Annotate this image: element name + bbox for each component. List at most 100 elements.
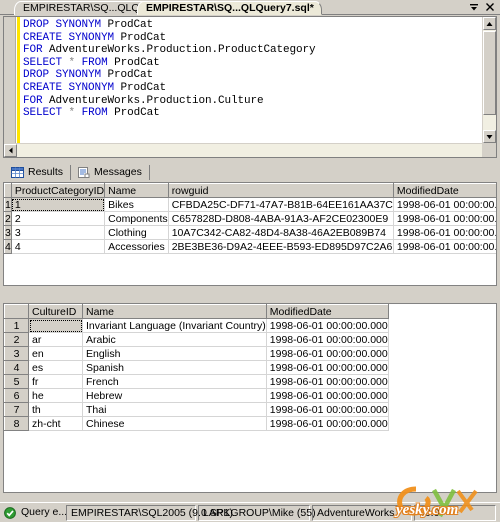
grid-cell[interactable]: en [28,346,83,361]
table-row[interactable]: 4 4 Accessories 2BE3BE36-D9A2-4EEE-B593-ED8… [4,239,496,254]
row-header[interactable]: 3 [4,346,29,361]
grid-cell[interactable]: Chinese [82,416,267,431]
sql-token: ProdCat [101,19,154,31]
editor-vertical-scroll-thumb[interactable] [483,31,496,115]
grid-cell[interactable]: 1 [11,197,106,212]
messages-icon [77,167,90,178]
table-row[interactable]: 8 zh-cht Chinese 1998-06-01 00:00:00.000 [4,416,389,431]
tab-messages[interactable]: Messages [75,165,150,180]
grid-cell[interactable]: 1998-06-01 00:00:00.000 [266,402,389,417]
table-row[interactable]: 6 he Hebrew 1998-06-01 00:00:00.000 [4,388,389,403]
grid-cell[interactable]: Clothing [104,225,169,240]
sql-token: ProdCat [114,81,167,94]
row-header[interactable]: 4 [4,360,29,375]
grid-cell[interactable]: 1998-06-01 00:00:00.000 [266,388,389,403]
table-row[interactable]: 1 Invariant Language (Invariant Country) 1… [4,318,389,333]
sql-editor-pane[interactable]: DROP SYNONYM ProdCat CREATE SYNONYM ProdC… [3,16,497,158]
grid-cell[interactable]: French [82,374,267,389]
grid-cell[interactable]: Hebrew [82,388,267,403]
table-row[interactable]: 7th Thai 1998-06-01 00:00:00.000 [4,402,389,417]
tab-results[interactable]: Results [9,165,72,180]
scroll-down-arrow-icon[interactable] [483,130,496,143]
grid-cell[interactable]: 1998-06-01 00:00:00.000 [393,239,496,254]
grid-cell[interactable]: th [28,402,83,417]
grid-cell[interactable]: 1998-06-01 00:00:00.000 [266,374,389,389]
grid-cell[interactable]: zh-cht [28,416,83,431]
grid-cell[interactable]: C657828D-D808-4ABA-91A3-AF2CE02300E9 [168,211,394,226]
results-grid-product-category[interactable]: ProductCategoryID Name rowguid ModifiedDate… [3,182,497,286]
table-row[interactable]: 1 1 Bikes CFBDA25C-DF71-47A7-B81B-64EE161AA… [4,197,496,212]
grid-cell[interactable]: Bikes [104,197,169,212]
grid-cell[interactable]: 1998-06-01 00:00:00.000 [266,416,389,431]
grid-cell[interactable]: 4 [11,239,106,254]
grid-cell[interactable]: 3 [11,225,106,240]
row-header[interactable]: 6 [4,388,29,403]
editor-change-bar [17,17,20,143]
row-header[interactable]: 8 [4,416,29,431]
table-row[interactable]: 3 3 Clothing 10A7C342-CA82-48D4-8A38-46A2EB… [4,225,496,240]
grid-cell[interactable]: 1998-06-01 00:00:00.000 [266,318,389,333]
column-header[interactable]: ProductCategoryID [10,183,106,198]
editor-horizontal-scrollbar[interactable] [4,143,482,157]
grid-cell[interactable]: 1998-06-01 00:00:00.000 [266,360,389,375]
grid-cell[interactable]: 1998-06-01 00:00:00.000 [393,197,496,212]
grid-corner-header[interactable] [4,183,12,198]
row-header[interactable]: 1 [4,197,12,212]
grid-cell[interactable]: English [82,346,267,361]
editor-vertical-scrollbar[interactable] [482,17,496,143]
document-tab-query7[interactable]: EMPIRESTAR\SQ...QLQuery7.sql* [137,1,322,15]
grid-cell[interactable]: fr [28,374,83,389]
grid-cell[interactable]: Accessories [104,239,169,254]
grid-cell[interactable]: 1998-06-01 00:00:00.000 [393,211,496,226]
sql-token: CREATE SYNONYM [23,31,115,44]
grid-cell[interactable]: 1998-06-01 00:00:00.000 [266,346,389,361]
results-grid-culture[interactable]: CultureID Name ModifiedDate 1 Invariant Lan… [3,303,497,493]
row-header[interactable]: 7 [4,402,29,417]
close-icon[interactable] [484,1,496,13]
row-header[interactable]: 4 [4,239,12,254]
column-header[interactable]: Name [82,304,267,319]
table-row[interactable]: 2 ar Arabic 1998-06-01 00:00:00.000 [4,332,389,347]
sql-code-line: FOR AdventureWorks.Production.ProductCat… [23,44,463,57]
status-query-state: Query e... [4,505,67,521]
grid-cell[interactable]: he [28,388,83,403]
column-header[interactable]: rowguid [167,183,394,198]
sql-token: ProdCat [101,69,154,82]
document-tab-strip: EMPIRESTAR\SQ...QLQuery8.sql* EMPIRESTAR… [0,0,500,15]
column-header[interactable]: ModifiedDate [392,183,496,198]
grid-cell[interactable]: Invariant Language (Invariant Country) [82,318,267,333]
column-header[interactable]: ModifiedDate [265,304,389,319]
grid-cell[interactable]: ar [28,332,83,347]
table-row[interactable]: 5 fr French 1998-06-01 00:00:00.000 [4,374,389,389]
grid-cell[interactable]: 1998-06-01 00:00:00.000 [266,332,389,347]
table-row[interactable]: 3 en English 1998-06-01 00:00:00.000 [4,346,389,361]
grid-corner-header[interactable] [4,304,29,319]
grid-cell[interactable]: 2 [11,211,106,226]
row-header[interactable]: 3 [4,225,12,240]
row-header[interactable]: 2 [4,332,29,347]
grid-cell[interactable]: CFBDA25C-DF71-47A7-B81B-64EE161AA37C [168,197,394,212]
table-row[interactable]: 2 2 Components C657828D-D808-4ABA-91A3-AF2C… [4,211,496,226]
chevron-down-icon[interactable] [468,1,480,13]
scroll-left-arrow-icon[interactable] [4,144,17,157]
grid-cell[interactable]: 10A7C342-CA82-48D4-8A38-46A2EB089B74 [168,225,394,240]
table-row[interactable]: 4 es Spanish 1998-06-01 00:00:00.000 [4,360,389,375]
column-header[interactable]: Name [104,183,169,198]
sql-code-text[interactable]: DROP SYNONYM ProdCat CREATE SYNONYM ProdC… [23,19,463,120]
grid-cell[interactable]: Arabic [82,332,267,347]
row-header[interactable]: 2 [4,211,12,226]
grid-cell[interactable]: Components [104,211,169,226]
row-header[interactable]: 5 [4,374,29,389]
status-elapsed-time-label: 00:0 [419,507,440,519]
grid-icon [11,167,24,178]
grid-cell[interactable]: Spanish [82,360,267,375]
column-header[interactable]: CultureID [28,304,83,319]
grid-cell[interactable] [28,318,83,333]
grid-cell[interactable]: Thai [82,402,267,417]
scroll-up-arrow-icon[interactable] [483,17,496,30]
sql-token: DROP SYNONYM [23,69,102,82]
grid-cell[interactable]: 1998-06-01 00:00:00.000 [393,225,496,240]
grid-cell[interactable]: 2BE3BE36-D9A2-4EEE-B593-ED895D97C2A6 [168,239,394,254]
row-header[interactable]: 1 [4,318,29,333]
grid-cell[interactable]: es [28,360,83,375]
